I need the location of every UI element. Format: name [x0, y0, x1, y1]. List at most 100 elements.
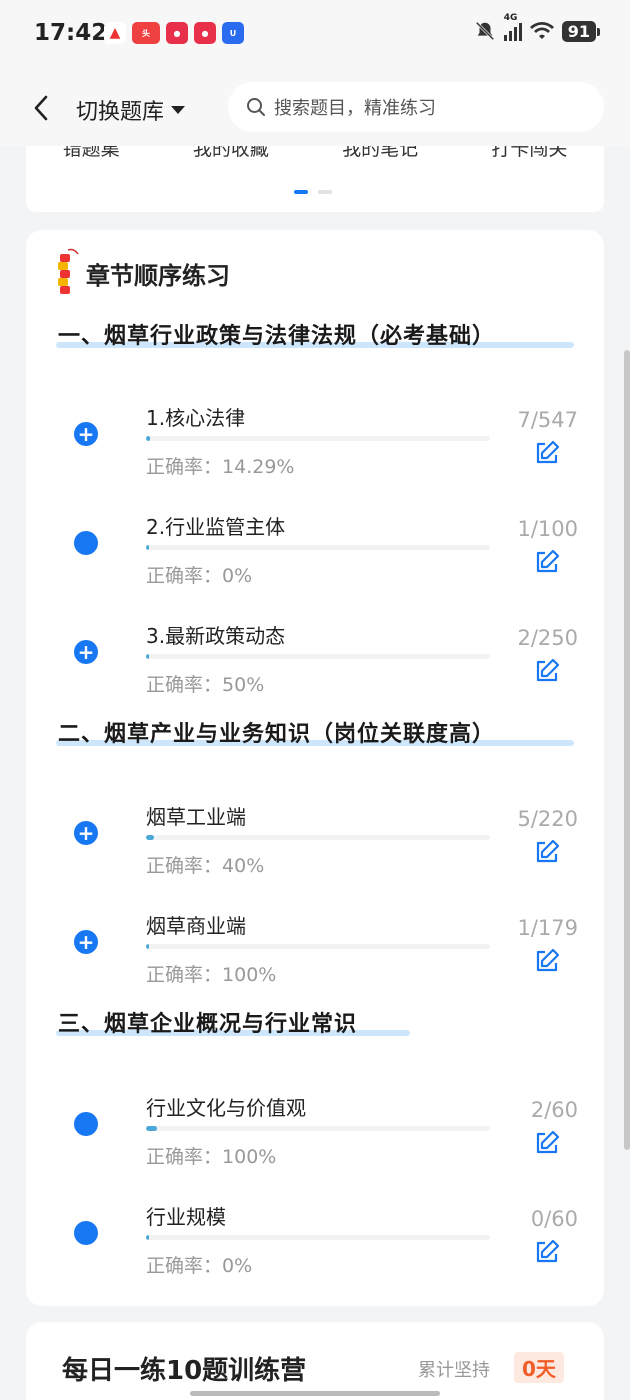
signal-icon: 4G: [503, 13, 522, 41]
progress-bar: [146, 1235, 490, 1240]
progress-count: 0/60: [530, 1207, 578, 1231]
chapter-name: 烟草工业端: [146, 805, 246, 829]
caret-down-icon: [171, 106, 186, 114]
progress-count: 2/250: [517, 626, 578, 650]
edit-icon[interactable]: [534, 1130, 560, 1156]
progress-fill: [146, 944, 150, 949]
status-dot-icon[interactable]: [74, 1221, 98, 1245]
accuracy-label: 正确率：: [146, 855, 223, 877]
accuracy-label: 正确率：: [146, 1255, 223, 1277]
expand-plus-icon[interactable]: +: [74, 821, 98, 845]
back-button[interactable]: [24, 90, 58, 126]
progress-bar: [146, 944, 490, 949]
progress-fill: [146, 835, 154, 840]
search-input[interactable]: 搜索题目，精准练习: [228, 82, 604, 132]
carousel-dot-active: [294, 190, 308, 194]
streak-badge: 0天: [514, 1352, 564, 1383]
chapter-name: 行业文化与价值观: [146, 1096, 306, 1120]
progress-bar: [146, 545, 490, 550]
status-app-icons: ▲ 头 ● ● U: [104, 22, 244, 44]
chapter-name: 1.核心法律: [146, 406, 246, 430]
accuracy-label: 正确率：: [146, 964, 223, 986]
accuracy-text: 正确率：0%: [146, 561, 252, 588]
progress-count: 1/179: [517, 916, 578, 940]
search-icon: [247, 98, 265, 116]
accuracy-label: 正确率：: [146, 456, 223, 478]
status-indicators: 4G 91: [474, 13, 601, 42]
accuracy-text: 正确率：14.29%: [146, 452, 294, 479]
edit-icon[interactable]: [534, 1239, 560, 1265]
progress-count: 7/547: [517, 408, 578, 432]
progress-count: 5/220: [517, 807, 578, 831]
expand-plus-icon[interactable]: +: [74, 422, 98, 446]
edit-icon[interactable]: [534, 839, 560, 865]
expand-plus-icon[interactable]: +: [74, 930, 98, 954]
chapter-practice-title-row: 章节顺序练习: [54, 248, 230, 298]
accuracy-value: 40%: [222, 855, 265, 877]
expand-plus-icon[interactable]: +: [74, 640, 98, 664]
switch-bank-dropdown[interactable]: 切换题库: [76, 94, 186, 126]
accuracy-label: 正确率：: [146, 1146, 223, 1168]
chapter-name: 2.行业监管主体: [146, 515, 286, 539]
streak-label: 累计坚持: [418, 1360, 490, 1381]
home-indicator[interactable]: [190, 1391, 440, 1396]
toutiao-app-icon: 头: [132, 22, 160, 44]
status-time: 17:42: [34, 20, 108, 46]
chapter-item[interactable]: + 烟草商业端 正确率：100% 1/179: [26, 884, 604, 988]
accuracy-value: 100%: [222, 964, 277, 986]
accuracy-text: 正确率：100%: [146, 960, 276, 987]
progress-fill: [146, 545, 150, 550]
accuracy-value: 50%: [222, 674, 265, 696]
carousel-dot: [318, 190, 332, 194]
progress-bar: [146, 654, 490, 659]
chapter-item[interactable]: + 1.核心法律 正确率：14.29% 7/547: [26, 376, 604, 480]
status-bar: 17:42 ▲ 头 ● ● U 4G 91: [0, 0, 630, 70]
carousel-indicator: [294, 190, 332, 194]
chapter-item[interactable]: + 3.最新政策动态 正确率：50% 2/250: [26, 594, 604, 698]
edit-icon[interactable]: [534, 948, 560, 974]
progress-bar: [146, 436, 490, 441]
app-notification-icon: ▲: [104, 22, 126, 44]
chapter-item[interactable]: 行业规模 正确率：0% 0/60: [26, 1175, 604, 1279]
battery-icon: 91: [561, 20, 601, 42]
chapter-name: 行业规模: [146, 1205, 226, 1229]
red-app-icon: ●: [166, 22, 188, 44]
status-dot-icon[interactable]: [74, 531, 98, 555]
mute-bell-icon: [475, 21, 494, 41]
accuracy-value: 14.29%: [222, 456, 295, 478]
accuracy-value: 0%: [222, 1255, 253, 1277]
progress-fill: [146, 436, 151, 441]
progress-fill: [146, 654, 150, 659]
chapter-item[interactable]: 2.行业监管主体 正确率：0% 1/100: [26, 485, 604, 589]
progress-fill: [146, 1126, 158, 1131]
network-label: 4G: [503, 13, 518, 23]
accuracy-value: 0%: [222, 565, 253, 587]
progress-count: 2/60: [530, 1098, 578, 1122]
accuracy-value: 100%: [222, 1146, 277, 1168]
section-title: 一、烟草行业政策与法律法规（必考基础）: [58, 324, 496, 349]
accuracy-text: 正确率：40%: [146, 851, 264, 878]
chapter-item[interactable]: 行业文化与价值观 正确率：100% 2/60: [26, 1066, 604, 1170]
chevron-left-icon: [34, 95, 48, 121]
status-dot-icon[interactable]: [74, 1112, 98, 1136]
blue-app-icon: U: [222, 22, 244, 44]
section-title: 二、烟草产业与业务知识（岗位关联度高）: [58, 722, 496, 747]
progress-fill: [146, 1235, 150, 1240]
edit-icon[interactable]: [534, 658, 560, 684]
search-placeholder: 搜索题目，精准练习: [274, 98, 436, 119]
progress-bar: [146, 835, 490, 840]
scrollbar[interactable]: [624, 350, 630, 1150]
accuracy-text: 正确率：0%: [146, 1251, 252, 1278]
edit-icon[interactable]: [534, 440, 560, 466]
chapter-name: 烟草商业端: [146, 914, 246, 938]
wifi-icon: [529, 22, 554, 39]
chapter-item[interactable]: + 烟草工业端 正确率：40% 5/220: [26, 775, 604, 879]
accuracy-text: 正确率：50%: [146, 670, 264, 697]
accuracy-label: 正确率：: [146, 674, 223, 696]
header: 切换题库 搜索题目，精准练习: [0, 70, 630, 146]
edit-icon[interactable]: [534, 549, 560, 575]
chapter-practice-title: 章节顺序练习: [86, 261, 230, 290]
training-camp-title: 每日一练10题训练营: [62, 1356, 307, 1386]
section-title: 三、烟草企业概况与行业常识: [58, 1012, 358, 1037]
chapter-name: 3.最新政策动态: [146, 624, 286, 648]
